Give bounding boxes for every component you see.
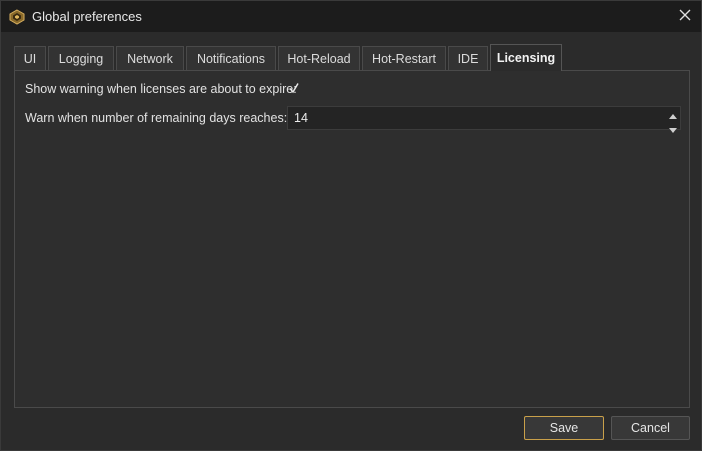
expire-warning-label: Show warning when licenses are about to …	[25, 82, 297, 96]
close-button[interactable]	[673, 5, 697, 27]
checkmark-icon	[288, 82, 300, 97]
tab-hot-reload[interactable]: Hot-Reload	[278, 46, 360, 70]
tab-ui[interactable]: UI	[14, 46, 46, 70]
window-title: Global preferences	[32, 9, 142, 24]
cancel-button[interactable]: Cancel	[611, 416, 690, 440]
remaining-days-value[interactable]: 14	[294, 111, 308, 125]
title-bar: Global preferences	[1, 1, 701, 32]
tab-notifications[interactable]: Notifications	[186, 46, 276, 70]
save-button[interactable]: Save	[524, 416, 604, 440]
spinner-down-button[interactable]	[667, 122, 679, 136]
remaining-days-label: Warn when number of remaining days reach…	[25, 111, 288, 125]
preferences-dialog: Global preferences UI Logging Network No…	[0, 0, 702, 451]
chevron-up-icon	[669, 108, 677, 122]
tab-logging[interactable]: Logging	[48, 46, 114, 70]
app-logo-icon	[9, 9, 25, 25]
tab-licensing[interactable]: Licensing	[490, 44, 562, 71]
close-icon	[679, 9, 691, 24]
remaining-days-spinner[interactable]: 14	[287, 106, 681, 133]
spinner-up-button[interactable]	[667, 108, 679, 122]
chevron-down-icon	[669, 122, 677, 136]
licensing-panel: Show warning when licenses are about to …	[14, 70, 690, 408]
tab-hot-restart[interactable]: Hot-Restart	[362, 46, 446, 70]
spinner-buttons	[667, 108, 679, 133]
tab-ide[interactable]: IDE	[448, 46, 488, 70]
tab-network[interactable]: Network	[116, 46, 184, 70]
expire-warning-checkbox[interactable]	[287, 82, 301, 96]
